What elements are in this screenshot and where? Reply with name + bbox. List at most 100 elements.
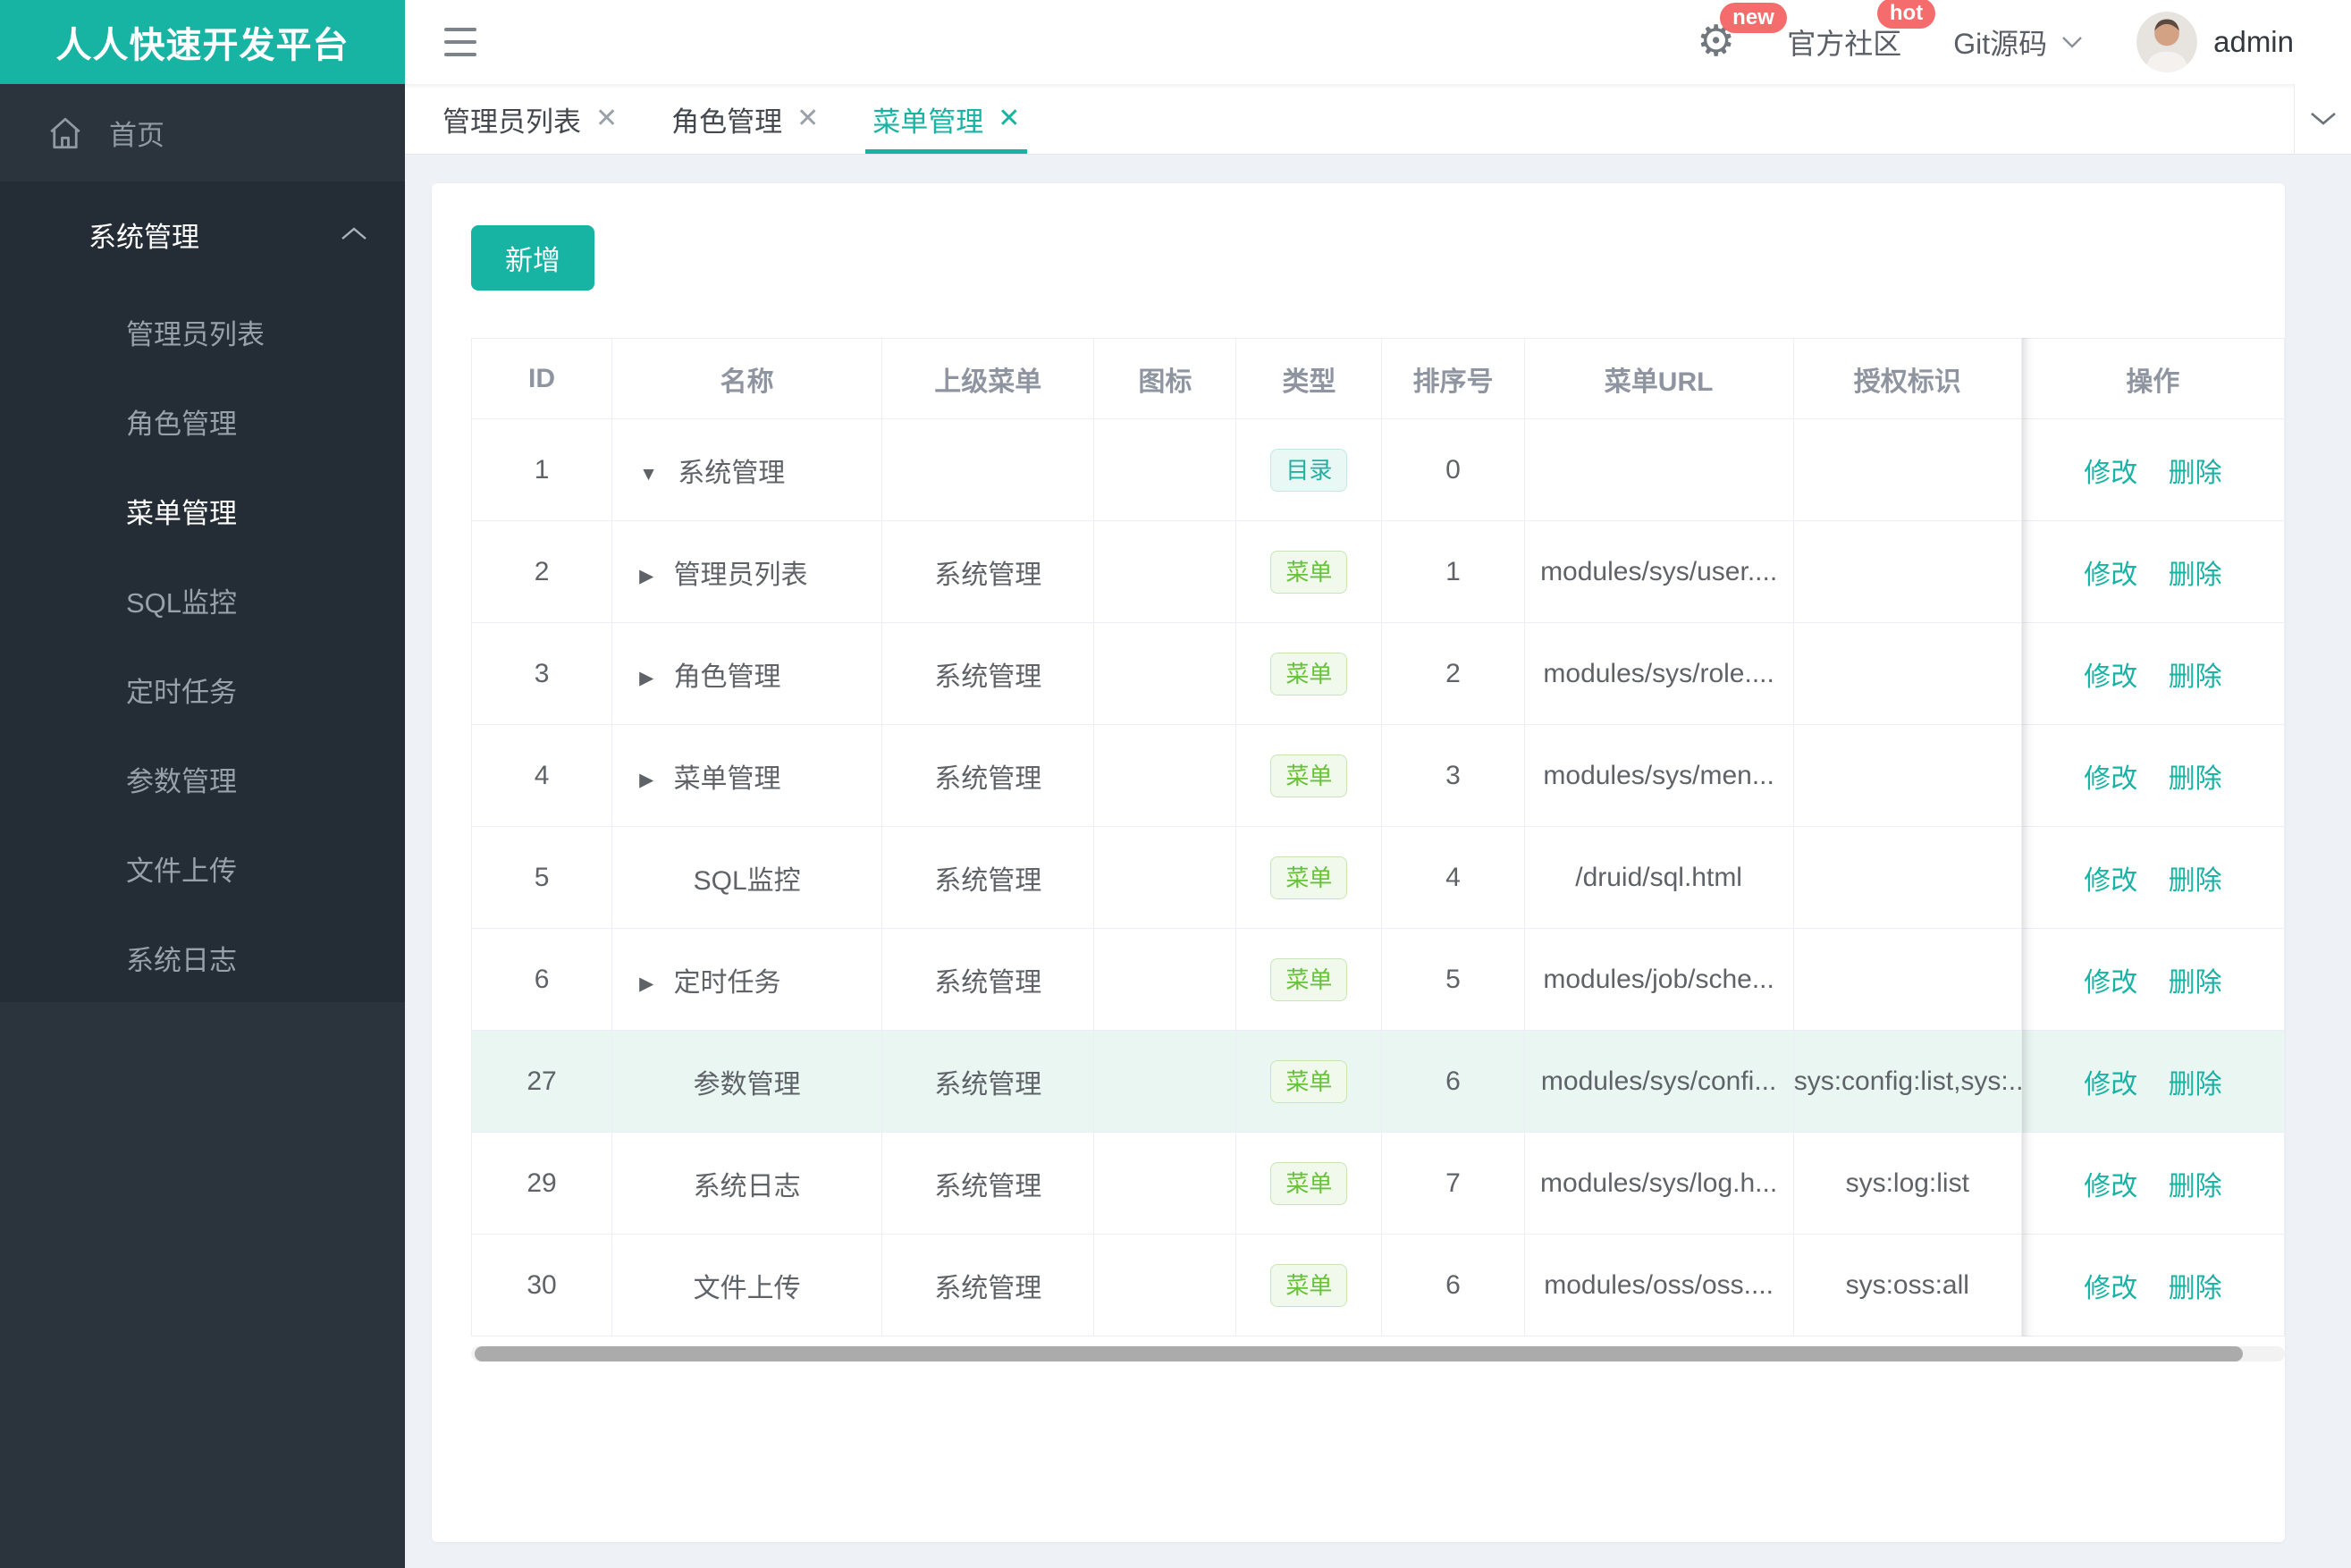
cell-name: 参数管理	[611, 1030, 883, 1133]
sidebar-item-管理员列表[interactable]: 管理员列表	[0, 287, 405, 376]
cell-id: 6	[470, 928, 613, 1031]
community-link[interactable]: 官方社区 hot	[1787, 0, 1936, 63]
sidebar-item-系统日志[interactable]: 系统日志	[0, 913, 405, 1002]
column-header-操作: 操作	[2020, 338, 2286, 419]
sidebar-item-SQL监控[interactable]: SQL监控	[0, 555, 405, 645]
edit-link[interactable]: 修改	[2084, 1070, 2137, 1100]
chevron-up-icon	[339, 225, 369, 243]
cell-perms	[1792, 928, 2022, 1031]
column-header-类型: 类型	[1235, 338, 1383, 419]
delete-link[interactable]: 删除	[2169, 866, 2222, 896]
tab-label: 角色管理	[671, 105, 783, 138]
scrollbar-thumb[interactable]	[475, 1346, 2243, 1361]
edit-link[interactable]: 修改	[2084, 764, 2137, 794]
edit-link[interactable]: 修改	[2084, 968, 2137, 998]
delete-link[interactable]: 删除	[2169, 764, 2222, 794]
cell-order: 0	[1381, 418, 1525, 521]
table-row[interactable]: 30 文件上传 系统管理 菜单 6 modules/oss/oss.... sy…	[470, 1234, 2286, 1336]
tab[interactable]: 管理员列表 ✕	[416, 84, 645, 154]
menu-name: 参数管理	[693, 1069, 801, 1100]
menu-table: ID 名称 上级菜单 图标 类型 排序号 菜单URL 授权标识 操作 1 ▼ 系统管理 目录 0…	[470, 338, 2286, 1336]
table-row[interactable]: 3 ▶ 角色管理 系统管理 菜单 2 modules/sys/role.... …	[470, 622, 2286, 725]
column-header-名称: 名称	[611, 338, 883, 419]
edit-link[interactable]: 修改	[2084, 1172, 2137, 1201]
topbar-right: ⚙ new 官方社区 hot Git源码 admin	[1697, 0, 2294, 72]
menu-name: 菜单管理	[673, 763, 781, 794]
cell-parent-menu: 系统管理	[881, 1132, 1095, 1235]
sidebar-group-title[interactable]: 系统管理	[0, 181, 405, 287]
sidebar-item-label: 文件上传	[126, 855, 237, 887]
cell-menu-url: modules/sys/user....	[1523, 520, 1794, 623]
edit-link[interactable]: 修改	[2084, 1274, 2137, 1303]
delete-link[interactable]: 删除	[2169, 968, 2222, 998]
tree-toggle-icon[interactable]: ▶	[639, 565, 653, 587]
tree-toggle-icon[interactable]: ▶	[639, 769, 653, 791]
edit-link[interactable]: 修改	[2084, 662, 2137, 692]
add-button[interactable]: 新增	[471, 225, 594, 291]
settings-button[interactable]: ⚙ new	[1697, 3, 1787, 63]
tab-close-icon[interactable]: ✕	[998, 105, 1020, 132]
sidebar-item-角色管理[interactable]: 角色管理	[0, 376, 405, 466]
edit-link[interactable]: 修改	[2084, 866, 2137, 896]
sidebar-group-system: 系统管理 管理员列表 角色管理 菜单管理 SQL监控 定时任务 参数管理 文件上…	[0, 181, 405, 1002]
table-row[interactable]: 29 系统日志 系统管理 菜单 7 modules/sys/log.h... s…	[470, 1132, 2286, 1235]
table-row[interactable]: 1 ▼ 系统管理 目录 0 修改 删除	[470, 418, 2286, 521]
cell-parent-menu	[881, 418, 1095, 521]
cell-name: 系统日志	[611, 1132, 883, 1235]
tab-list-dropdown-button[interactable]	[2294, 84, 2351, 154]
cell-perms	[1792, 826, 2022, 929]
cell-id: 30	[470, 1234, 613, 1336]
delete-link[interactable]: 删除	[2169, 459, 2222, 488]
tab[interactable]: 菜单管理 ✕	[846, 84, 1047, 154]
cell-type: 菜单	[1235, 1234, 1383, 1336]
sidebar-item-参数管理[interactable]: 参数管理	[0, 734, 405, 823]
cell-order: 7	[1381, 1132, 1525, 1235]
delete-link[interactable]: 删除	[2169, 1274, 2222, 1303]
sidebar-item-定时任务[interactable]: 定时任务	[0, 645, 405, 734]
sidebar-submenu: 管理员列表 角色管理 菜单管理 SQL监控 定时任务 参数管理 文件上传 系统日…	[0, 287, 405, 1002]
tree-toggle-icon[interactable]: ▶	[639, 973, 653, 995]
table-row[interactable]: 5 SQL监控 系统管理 菜单 4 /druid/sql.html 修改 删除	[470, 826, 2286, 929]
top-header: ⚙ new 官方社区 hot Git源码 admin	[405, 0, 2351, 84]
table-row[interactable]: 6 ▶ 定时任务 系统管理 菜单 5 modules/job/sche... 修…	[470, 928, 2286, 1031]
app-root: 人人快速开发平台 首页 系统管理 管理员列表 角色管理 菜单管理 SQL监控 定…	[0, 0, 2351, 1568]
delete-link[interactable]: 删除	[2169, 561, 2222, 590]
hamburger-menu-icon[interactable]	[444, 28, 480, 56]
tree-toggle-icon[interactable]: ▶	[639, 667, 653, 689]
edit-link[interactable]: 修改	[2084, 561, 2137, 590]
cell-type: 菜单	[1235, 1030, 1383, 1133]
cell-icon	[1093, 418, 1237, 521]
delete-link[interactable]: 删除	[2169, 1070, 2222, 1100]
sidebar-item-label: 定时任务	[126, 676, 237, 708]
cell-id: 5	[470, 826, 613, 929]
git-source-dropdown[interactable]: Git源码	[1953, 21, 2085, 63]
edit-link[interactable]: 修改	[2084, 459, 2137, 488]
sidebar-item-文件上传[interactable]: 文件上传	[0, 823, 405, 913]
tab-close-icon[interactable]: ✕	[595, 105, 618, 132]
type-badge: 目录	[1270, 448, 1348, 492]
delete-link[interactable]: 删除	[2169, 662, 2222, 692]
cell-id: 27	[470, 1030, 613, 1133]
table-row[interactable]: 27 参数管理 系统管理 菜单 6 modules/sys/confi... s…	[470, 1030, 2286, 1133]
sidebar-item-菜单管理[interactable]: 菜单管理	[0, 466, 405, 555]
cell-id: 4	[470, 724, 613, 827]
sidebar-item-label: 管理员列表	[126, 318, 265, 350]
type-badge: 菜单	[1270, 652, 1348, 695]
cell-menu-url: modules/sys/men...	[1523, 724, 1794, 827]
delete-link[interactable]: 删除	[2169, 1172, 2222, 1201]
tree-toggle-icon[interactable]: ▼	[639, 464, 658, 485]
menu-name: SQL监控	[693, 865, 801, 896]
tab[interactable]: 角色管理 ✕	[645, 84, 846, 154]
menu-name: 角色管理	[673, 662, 781, 692]
home-icon	[46, 114, 84, 152]
user-menu[interactable]: admin	[2136, 12, 2294, 72]
table-row[interactable]: 4 ▶ 菜单管理 系统管理 菜单 3 modules/sys/men... 修改…	[470, 724, 2286, 827]
cell-type: 菜单	[1235, 724, 1383, 827]
table-row[interactable]: 2 ▶ 管理员列表 系统管理 菜单 1 modules/sys/user....…	[470, 520, 2286, 623]
cell-order: 4	[1381, 826, 1525, 929]
tab-close-icon[interactable]: ✕	[796, 105, 819, 132]
cell-order: 6	[1381, 1234, 1525, 1336]
menu-name: 定时任务	[673, 967, 781, 998]
sidebar-item-home[interactable]: 首页	[0, 84, 405, 181]
tab-label: 管理员列表	[442, 105, 581, 138]
